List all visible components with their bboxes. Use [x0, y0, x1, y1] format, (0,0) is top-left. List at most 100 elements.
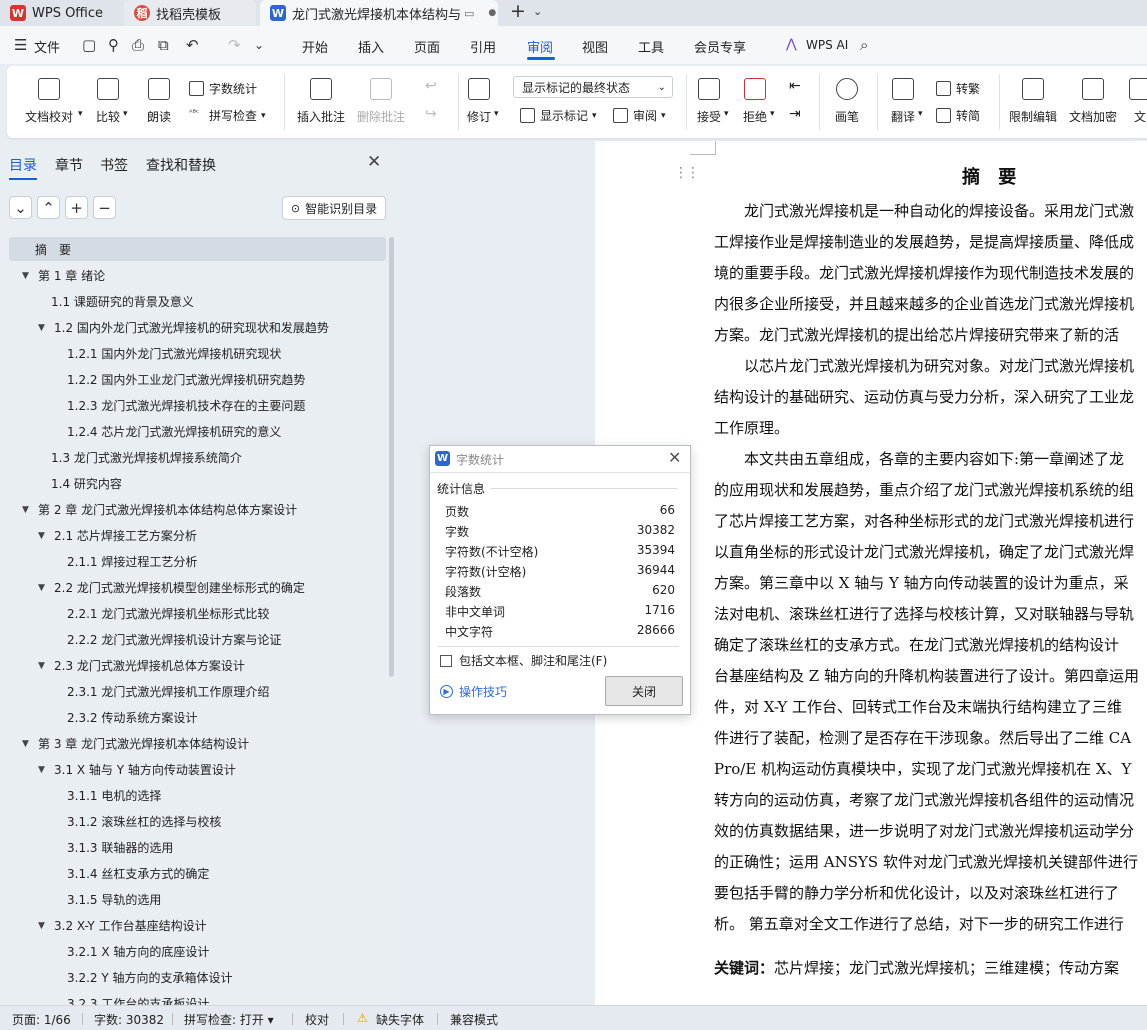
include-textbox-checkbox[interactable]: 包括文本框、脚注和尾注(F)	[440, 652, 607, 669]
remove-heading-button[interactable]: −	[93, 196, 116, 219]
insert-comment-button[interactable]: 插入批注	[297, 78, 345, 125]
toc-item[interactable]: ▼ 3.1 X 轴与 Y 轴方向传动装置设计	[38, 761, 236, 778]
menu-insert[interactable]: 插入	[358, 37, 384, 56]
toc-item[interactable]: ▼ 3.2 X-Y 工作台基座结构设计	[38, 917, 207, 934]
tab-document[interactable]: W 龙门式激光焊接机本体结构与 ▭ ●	[260, 0, 498, 26]
encrypt-button[interactable]: 文档加密	[1069, 78, 1117, 125]
menu-view[interactable]: 视图	[582, 37, 608, 56]
redo-icon[interactable]: ↷	[228, 36, 241, 54]
caret-down-icon[interactable]: ▼	[22, 739, 32, 749]
compare-button[interactable]: 比较	[96, 78, 120, 125]
toc-item[interactable]: 1.2.1 国内外龙门式激光焊接机研究现状	[67, 345, 281, 362]
toc-item[interactable]: ▼ 第 1 章 绪论	[22, 267, 105, 284]
toc-item[interactable]: 3.1.5 导轨的选用	[67, 891, 161, 908]
toc-item[interactable]: 1.2.4 芯片龙门式激光焊接机研究的意义	[67, 423, 281, 440]
status-words[interactable]: 字数: 30382	[94, 1011, 164, 1028]
toc-item[interactable]: ▼ 2.3 龙门式激光焊接机总体方案设计	[38, 657, 245, 674]
toc-item[interactable]: ▼ 第 3 章 龙门式激光焊接机本体结构设计	[22, 735, 249, 752]
add-heading-button[interactable]: +	[65, 196, 88, 219]
restrict-edit-button[interactable]: 限制编辑	[1009, 78, 1057, 125]
tab-chapters[interactable]: 章节	[55, 155, 83, 175]
toc-item[interactable]: 2.2.1 龙门式激光焊接机坐标形式比较	[67, 605, 269, 622]
caret-down-icon[interactable]: ▼	[38, 323, 48, 333]
menu-member[interactable]: 会员专享	[694, 37, 746, 56]
toc-item[interactable]: 摘 要	[35, 241, 71, 258]
status-proofread[interactable]: 校对	[305, 1011, 329, 1028]
status-page[interactable]: 页面: 1/66	[12, 1011, 71, 1028]
caret-down-icon[interactable]: ▼	[22, 505, 32, 515]
tab-bookmarks[interactable]: 书签	[100, 155, 128, 175]
caret-down-icon[interactable]: ▼	[38, 661, 48, 671]
toc-item[interactable]: ▼ 2.1 芯片焊接工艺方案分析	[38, 527, 197, 544]
search-icon[interactable]: ⌕	[860, 36, 868, 54]
delete-comment-button[interactable]: 删除批注	[357, 78, 405, 125]
toc-item[interactable]: 2.3.1 龙门式激光焊接机工作原理介绍	[67, 683, 269, 700]
menu-wps-ai[interactable]: WPS AI	[806, 38, 848, 52]
toc-item[interactable]: 3.1.3 联轴器的选用	[67, 839, 173, 856]
doc-more-button[interactable]: 文	[1129, 78, 1147, 125]
tab-find-replace[interactable]: 查找和替换	[146, 155, 216, 175]
toc-item[interactable]: 3.2.2 Y 轴方向的支承箱体设计	[67, 969, 233, 986]
share-icon[interactable]: ⚲	[108, 36, 119, 54]
close-icon[interactable]: ✕	[367, 152, 381, 172]
proofread-chevron-icon[interactable]: ▾	[78, 109, 83, 119]
read-aloud-button[interactable]: 朗读	[147, 78, 171, 125]
status-spell-check[interactable]: 拼写检查: 打开 ▾	[184, 1011, 274, 1028]
toc-item[interactable]: 2.2.2 龙门式激光焊接机设计方案与论证	[67, 631, 281, 648]
toc-item[interactable]: ▼ 第 2 章 龙门式激光焊接机本体结构总体方案设计	[22, 501, 297, 518]
accept-chevron-icon[interactable]: ▾	[724, 109, 729, 119]
translate-chevron-icon[interactable]: ▾	[918, 109, 923, 119]
hamburger-icon[interactable]: ☰	[14, 36, 27, 54]
tab-wps-office[interactable]: W WPS Office	[0, 0, 118, 26]
toc-item[interactable]: 3.1.1 电机的选择	[67, 787, 161, 804]
word-count-button[interactable]: 字数统计	[189, 80, 257, 97]
toc-scrollbar[interactable]	[389, 237, 394, 677]
menu-reference[interactable]: 引用	[470, 37, 496, 56]
menu-start[interactable]: 开始	[302, 37, 328, 56]
toc-item[interactable]: 1.1 课题研究的背景及意义	[51, 293, 194, 310]
spell-check-button[interactable]: ᴬᴮᶜ 拼写检查 ▾	[189, 107, 266, 124]
menu-review[interactable]: 审阅	[527, 37, 553, 56]
tips-link[interactable]: ▶ 操作技巧	[440, 683, 507, 700]
toc-item[interactable]: 1.2.2 国内外工业龙门式激光焊接机研究趋势	[67, 371, 305, 388]
caret-down-icon[interactable]: ▼	[38, 583, 48, 593]
compare-chevron-icon[interactable]: ▾	[123, 109, 128, 119]
proofread-button[interactable]: 文档校对	[25, 78, 73, 125]
translate-button[interactable]: 翻译	[891, 78, 915, 125]
toc-item[interactable]: 1.2.3 龙门式激光焊接机技术存在的主要问题	[67, 397, 305, 414]
dialog-close-button[interactable]: 关闭	[605, 676, 683, 706]
caret-down-icon[interactable]: ▼	[38, 765, 48, 775]
toc-item[interactable]: 2.3.2 传动系统方案设计	[67, 709, 197, 726]
tab-template[interactable]: 稻 找稻壳模板	[124, 0, 256, 26]
accept-button[interactable]: 接受	[697, 78, 721, 125]
toc-item[interactable]: ▼ 2.2 龙门式激光焊接机模型创建坐标形式的确定	[38, 579, 305, 596]
pen-button[interactable]: 画笔	[835, 78, 859, 125]
prev-comment-icon[interactable]: ↩	[425, 78, 437, 94]
expand-down-button[interactable]: ⌄	[9, 196, 32, 219]
toc-item[interactable]: ▼ 1.2 国内外龙门式激光焊接机的研究现状和发展趋势	[38, 319, 329, 336]
print-preview-icon[interactable]: ⧉	[158, 36, 169, 54]
show-markup-button[interactable]: 显示标记 ▾	[520, 107, 597, 124]
menu-tools[interactable]: 工具	[638, 37, 664, 56]
dialog-close-icon[interactable]: ✕	[668, 448, 681, 467]
more-chevron-icon[interactable]: ⌄	[254, 38, 264, 52]
toc-item[interactable]: 3.1.4 丝杠支承方式的确定	[67, 865, 209, 882]
tab-list-chevron-icon[interactable]: ⌄	[533, 5, 542, 18]
menu-file[interactable]: 文件	[34, 37, 60, 56]
toc-item[interactable]: 1.3 龙门式激光焊接机焊接系统简介	[51, 449, 242, 466]
toc-item[interactable]: 1.4 研究内容	[51, 475, 122, 492]
next-change-icon[interactable]: ⇥	[789, 106, 801, 122]
track-chevron-icon[interactable]: ▾	[494, 109, 499, 119]
undo-icon[interactable]: ↶	[186, 36, 199, 54]
prev-change-icon[interactable]: ⇤	[789, 78, 801, 94]
reject-chevron-icon[interactable]: ▾	[770, 109, 775, 119]
to-traditional-button[interactable]: 转繁	[936, 80, 980, 97]
caret-down-icon[interactable]: ▼	[22, 271, 32, 281]
toc-item[interactable]: 2.1.1 焊接过程工艺分析	[67, 553, 197, 570]
status-compat-mode[interactable]: 兼容模式	[450, 1011, 498, 1028]
print-icon[interactable]: ⎙	[132, 36, 144, 54]
monitor-icon[interactable]: ▭	[464, 7, 474, 20]
new-tab-button[interactable]: +	[510, 0, 526, 22]
to-simplified-button[interactable]: 转简	[936, 107, 980, 124]
caret-down-icon[interactable]: ▼	[38, 921, 48, 931]
